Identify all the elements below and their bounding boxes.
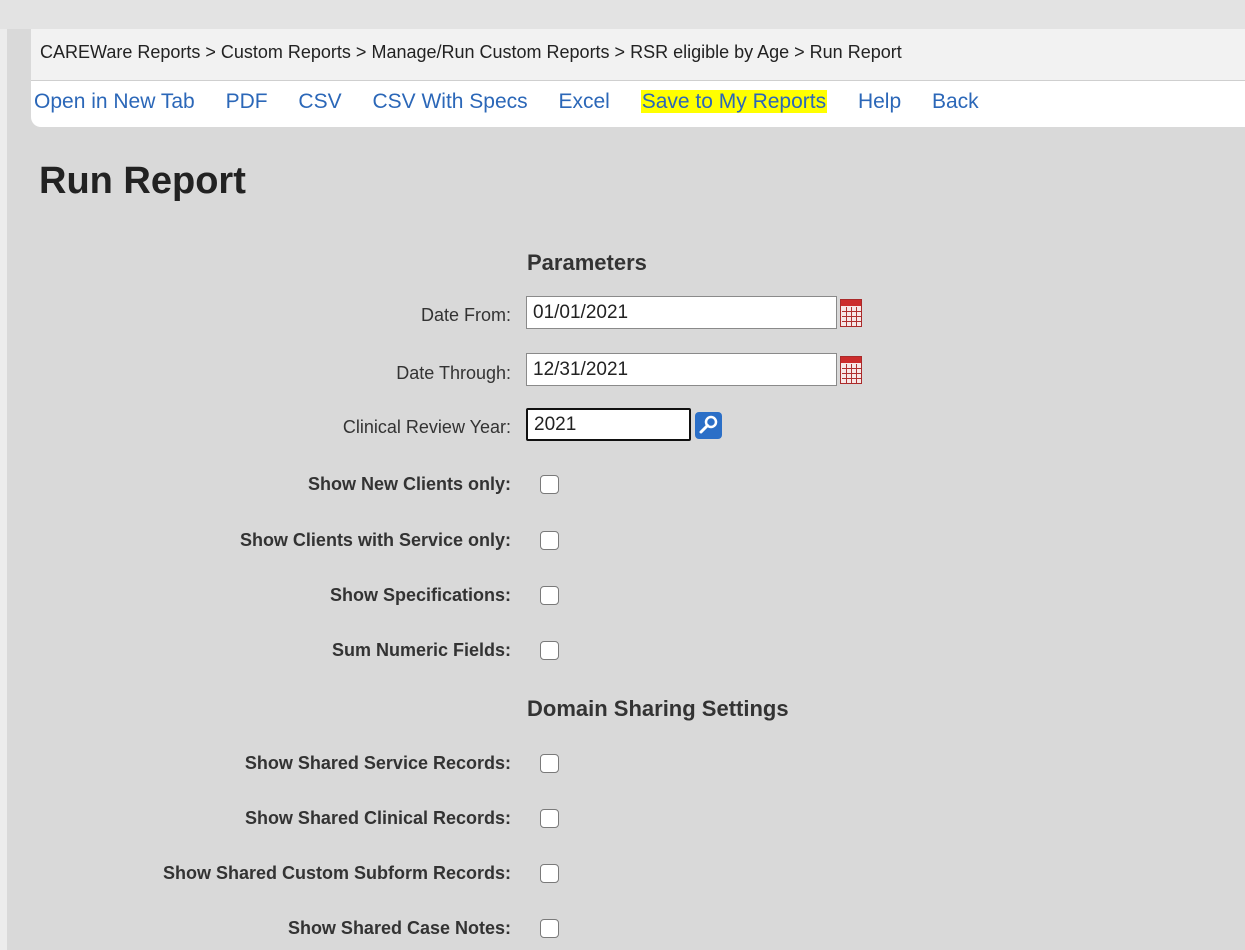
parameters-heading: Parameters <box>527 250 647 275</box>
window-top-strip <box>0 0 1245 29</box>
csv-link[interactable]: CSV <box>298 90 341 113</box>
date-through-calendar-icon[interactable] <box>840 356 862 384</box>
shared-subform-records-checkbox[interactable] <box>540 864 559 883</box>
domain-sharing-heading: Domain Sharing Settings <box>527 696 789 721</box>
shared-subform-records-label: Show Shared Custom Subform Records: <box>162 863 511 883</box>
sum-numeric-fields-label: Sum Numeric Fields: <box>331 640 511 660</box>
shared-case-notes-checkbox[interactable] <box>540 919 559 938</box>
breadcrumb: CAREWare Reports > Custom Reports > Mana… <box>31 29 1245 81</box>
left-edge <box>0 29 7 950</box>
date-from-input[interactable] <box>526 296 837 329</box>
open-new-tab-link[interactable]: Open in New Tab <box>34 90 195 113</box>
back-link[interactable]: Back <box>932 90 979 113</box>
report-toolbar: Open in New Tab PDF CSV CSV With Specs E… <box>31 81 1245 127</box>
shared-case-notes-label: Show Shared Case Notes: <box>287 918 511 938</box>
show-specifications-checkbox[interactable] <box>540 586 559 605</box>
shared-clinical-records-label: Show Shared Clinical Records: <box>244 808 511 828</box>
help-link[interactable]: Help <box>858 90 901 113</box>
excel-link[interactable]: Excel <box>559 90 610 113</box>
show-new-clients-checkbox[interactable] <box>540 475 559 494</box>
date-through-label: Date Through: <box>396 363 511 383</box>
show-clients-service-label: Show Clients with Service only: <box>239 530 511 550</box>
date-from-label: Date From: <box>420 305 511 325</box>
pdf-link[interactable]: PDF <box>226 90 268 113</box>
shared-service-records-checkbox[interactable] <box>540 754 559 773</box>
lookup-magnifier-icon[interactable] <box>695 412 722 439</box>
page-title: Run Report <box>39 160 246 202</box>
show-new-clients-label: Show New Clients only: <box>307 474 511 494</box>
show-specifications-label: Show Specifications: <box>329 585 511 605</box>
clinical-review-year-input[interactable] <box>526 408 691 441</box>
save-to-my-reports-link[interactable]: Save to My Reports <box>640 90 828 113</box>
csv-with-specs-link[interactable]: CSV With Specs <box>372 90 527 113</box>
shared-clinical-records-checkbox[interactable] <box>540 809 559 828</box>
clinical-review-year-label: Clinical Review Year: <box>342 417 511 437</box>
show-clients-service-checkbox[interactable] <box>540 531 559 550</box>
date-through-input[interactable] <box>526 353 837 386</box>
date-from-calendar-icon[interactable] <box>840 299 862 327</box>
shared-service-records-label: Show Shared Service Records: <box>244 753 511 773</box>
sum-numeric-fields-checkbox[interactable] <box>540 641 559 660</box>
